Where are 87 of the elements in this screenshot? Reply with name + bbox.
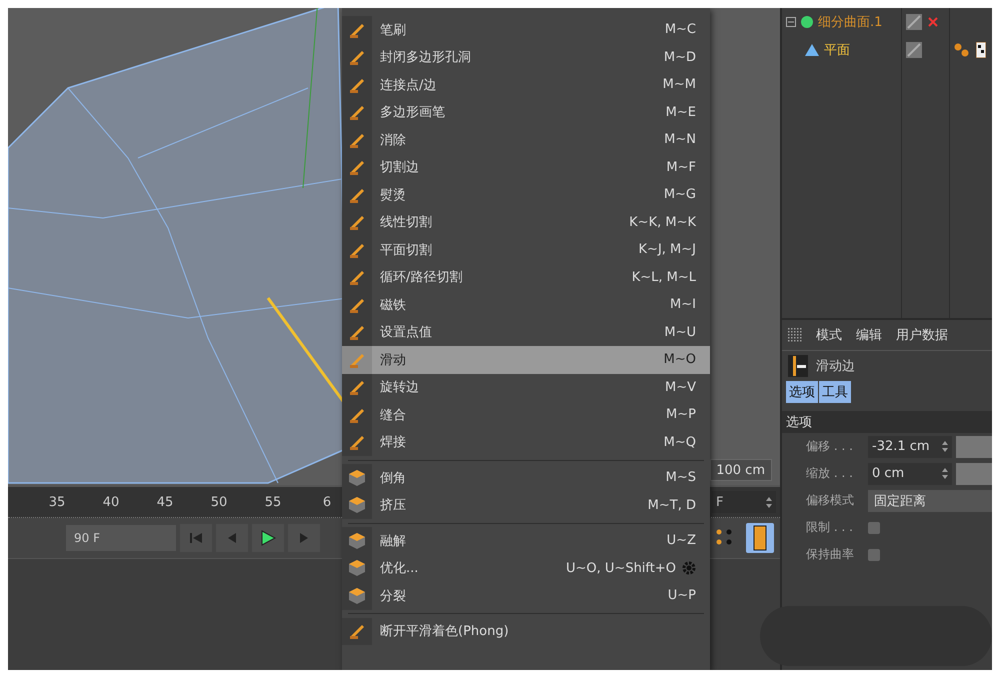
menu-item[interactable]: 消除 M~N [342, 126, 710, 154]
object-name: 细分曲面.1 [818, 14, 882, 31]
slide-tool-icon [788, 355, 808, 377]
play-button[interactable] [252, 524, 284, 552]
triangle-icon [804, 43, 820, 57]
menu-item[interactable]: 封闭多边形孔洞 M~D [342, 44, 710, 71]
menu-item[interactable]: 滑动 M~O [342, 346, 710, 374]
menu-item[interactable]: 用户数据 [896, 326, 948, 344]
field-label: 保持曲率 [806, 546, 855, 563]
play-icon [260, 530, 276, 546]
tool-icon [348, 213, 366, 232]
menu-item[interactable]: 挤压 M~T, D [342, 492, 710, 519]
number-field[interactable]: 0 cm [868, 462, 952, 484]
menu-item[interactable]: 磁铁 M~I [342, 291, 710, 318]
spinner-arrows-icon[interactable] [766, 496, 772, 508]
timeline-tick-label: 40 [102, 494, 120, 510]
tab[interactable]: 工具 [819, 381, 851, 403]
settings-icon[interactable] [682, 561, 696, 576]
cube-icon [348, 559, 366, 578]
tab[interactable]: 选项 [786, 381, 818, 403]
spinner-arrows-icon[interactable] [942, 441, 948, 452]
timeline-tick-label: 45 [156, 494, 174, 510]
object-name: 平面 [824, 42, 850, 59]
menu-item[interactable]: 焊接 M~Q [342, 428, 710, 456]
field-label: 偏移 . . . [806, 438, 854, 455]
cube-icon [348, 468, 366, 487]
checkbox[interactable] [868, 548, 880, 560]
menu-item[interactable]: 熨烫 M~G [342, 181, 710, 208]
visibility-icon[interactable] [906, 42, 922, 58]
menu-item[interactable]: 循环/路径切割 K~L, M~L [342, 264, 710, 291]
object-row[interactable]: 细分曲面.1 [782, 8, 901, 36]
tool-icon [348, 268, 366, 286]
tool-icon [348, 48, 366, 66]
end-frame-field[interactable]: 90 F [66, 525, 176, 551]
menu-item[interactable]: 笔刷 M~C [342, 16, 710, 44]
film-icon[interactable] [746, 523, 774, 553]
section-header: 选项 [782, 411, 992, 433]
timeline-tick-label: 35 [48, 494, 66, 510]
tool-icon [348, 323, 366, 342]
dropdown[interactable]: 固定距离 [868, 490, 992, 512]
field-label: 限制 . . . [806, 519, 854, 536]
close-icon[interactable] [928, 17, 938, 27]
slider[interactable] [956, 436, 992, 458]
menu-item[interactable]: 断开平滑着色(Phong) [342, 618, 710, 645]
menu-item[interactable]: 融解 U~Z [342, 527, 710, 554]
timeline-tick-label: 50 [210, 494, 228, 510]
checkbox[interactable] [868, 522, 880, 534]
object-row[interactable]: 平面 [782, 36, 901, 64]
tool-icon [348, 433, 366, 452]
menu-item[interactable]: 分裂 U~P [342, 582, 710, 610]
go-to-start-button[interactable] [180, 524, 212, 552]
sphere-icon [800, 15, 814, 29]
visibility-icon[interactable] [906, 14, 922, 30]
menu-item[interactable]: 设置点值 M~U [342, 318, 710, 346]
menu-item[interactable]: 旋转边 M~V [342, 374, 710, 401]
menu-item[interactable]: 平面切割 K~J, M~J [342, 236, 710, 264]
tool-icon [348, 103, 366, 122]
cube-icon [348, 532, 366, 550]
frame-field[interactable]: F [712, 491, 776, 513]
menu-item[interactable]: 编辑 [856, 326, 882, 344]
skip-start-icon [189, 531, 203, 545]
number-field[interactable]: -32.1 cm [868, 436, 952, 458]
menu-item[interactable]: 连接点/边 M~M [342, 71, 710, 98]
field-label: 偏移模式 [806, 492, 855, 509]
dots-tag-icon[interactable] [954, 43, 970, 57]
spinner-arrows-icon[interactable] [942, 468, 948, 479]
tool-icon [348, 622, 366, 640]
menu-item[interactable]: 切割边 M~F [342, 154, 710, 181]
checker-tag-icon[interactable] [976, 42, 986, 58]
field-label: 缩放 . . . [806, 465, 854, 482]
tool-icon [348, 378, 366, 396]
slider[interactable] [956, 462, 992, 484]
cube-icon [348, 586, 366, 605]
scale-field[interactable]: 100 cm [710, 459, 772, 481]
menu-item[interactable]: 多边形画笔 M~E [342, 98, 710, 126]
menu-item[interactable]: 倒角 M~S [342, 464, 710, 492]
tool-title: 滑动边 [816, 358, 855, 375]
menu-item[interactable]: 模式 [816, 326, 842, 344]
menu-item[interactable]: 优化... U~O, U~Shift+O [342, 554, 710, 582]
menu-item[interactable]: 线性切割 K~K, M~K [342, 208, 710, 236]
menu-item[interactable]: 缝合 M~P [342, 401, 710, 428]
collapse-icon[interactable] [786, 17, 796, 27]
cube-icon [348, 496, 366, 514]
tool-icon [348, 158, 366, 176]
timeline-tick-label: 6 [322, 494, 332, 510]
grip-icon [788, 328, 802, 342]
timeline-tick-label: 55 [264, 494, 282, 510]
